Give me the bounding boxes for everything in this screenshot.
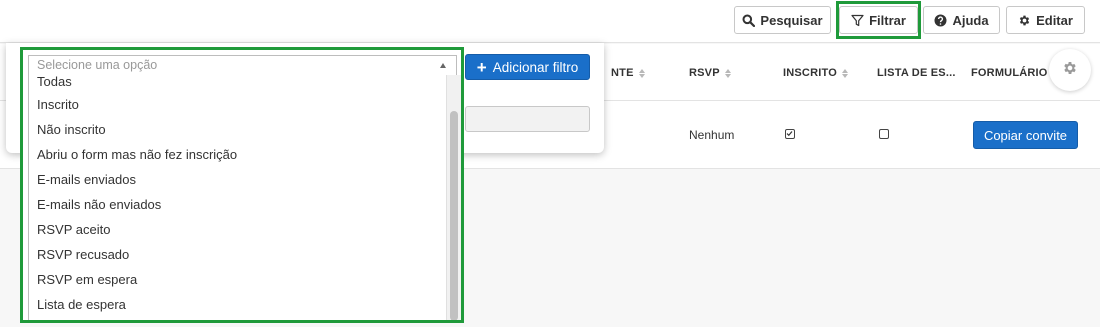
column-header-label: INSCRITO <box>783 67 837 79</box>
filter-options-list: Todas Inscrito Não inscrito Abriu o form… <box>28 75 452 320</box>
filter-option-lista-de-espera[interactable]: Lista de espera <box>29 292 452 317</box>
filter-option-rsvp-aceito[interactable]: RSVP aceito <box>29 217 452 242</box>
top-toolbar: Pesquisar Filtrar Ajuda Editar <box>0 0 1100 43</box>
filter-option-todas[interactable]: Todas <box>29 75 452 92</box>
copy-invite-button[interactable]: Copiar convite <box>973 121 1078 149</box>
help-icon <box>934 14 947 27</box>
chevron-up-icon <box>440 63 446 68</box>
column-header-partial[interactable]: NTE <box>611 67 645 79</box>
sort-icon <box>841 68 848 78</box>
filter-select[interactable]: Selecione uma opção <box>28 55 457 75</box>
search-button[interactable]: Pesquisar <box>734 6 831 34</box>
add-filter-button[interactable]: + Adicionar filtro <box>465 54 590 80</box>
filter-option-rsvp-recusado[interactable]: RSVP recusado <box>29 242 452 267</box>
filter-button-highlight <box>836 1 921 39</box>
options-scrollbar-thumb[interactable] <box>450 111 458 320</box>
sort-icon <box>724 68 731 78</box>
inscrito-checkbox[interactable] <box>785 129 795 139</box>
rsvp-value: Nenhum <box>689 128 735 142</box>
filter-option-emails-enviados[interactable]: E-mails enviados <box>29 167 452 192</box>
search-icon <box>742 14 756 27</box>
column-header-rsvp[interactable]: RSVP <box>689 67 731 79</box>
filter-option-nao-inscrito[interactable]: Não inscrito <box>29 117 452 142</box>
add-filter-label: Adicionar filtro <box>492 59 579 75</box>
column-header-label: LISTA DE ES... <box>877 67 956 79</box>
plus-icon: + <box>476 57 487 77</box>
filter-option-rsvp-em-espera[interactable]: RSVP em espera <box>29 267 452 292</box>
lista-espera-checkbox[interactable] <box>879 129 889 139</box>
help-button[interactable]: Ajuda <box>923 6 1000 34</box>
column-header-formulario[interactable]: FORMULÁRIO <box>971 67 1048 79</box>
column-header-label: RSVP <box>689 67 720 79</box>
edit-button-label: Editar <box>1036 12 1073 28</box>
column-header-lista-espera[interactable]: LISTA DE ES... <box>877 67 956 79</box>
edit-button[interactable]: Editar <box>1006 6 1085 34</box>
filter-value-input[interactable] <box>465 106 590 132</box>
filter-select-placeholder: Selecione uma opção <box>37 58 158 72</box>
column-header-label: NTE <box>611 67 634 79</box>
filter-option-abriu-form[interactable]: Abriu o form mas não fez inscrição <box>29 142 452 167</box>
options-scrollbar[interactable] <box>446 75 461 320</box>
search-button-label: Pesquisar <box>760 12 823 28</box>
filter-select-dropdown: Selecione uma opção Todas Inscrito Não i… <box>20 47 464 323</box>
filter-option-emails-nao-enviados[interactable]: E-mails não enviados <box>29 192 452 217</box>
filter-option-inscrito[interactable]: Inscrito <box>29 92 452 117</box>
column-header-label: FORMULÁRIO <box>971 67 1048 79</box>
help-button-label: Ajuda <box>952 12 989 28</box>
table-settings-button[interactable] <box>1049 49 1091 91</box>
checkbox-icon <box>786 131 793 137</box>
gear-icon <box>1018 14 1031 27</box>
sort-icon <box>638 68 645 78</box>
gear-icon <box>1062 60 1078 81</box>
column-header-inscrito[interactable]: INSCRITO <box>783 67 848 79</box>
